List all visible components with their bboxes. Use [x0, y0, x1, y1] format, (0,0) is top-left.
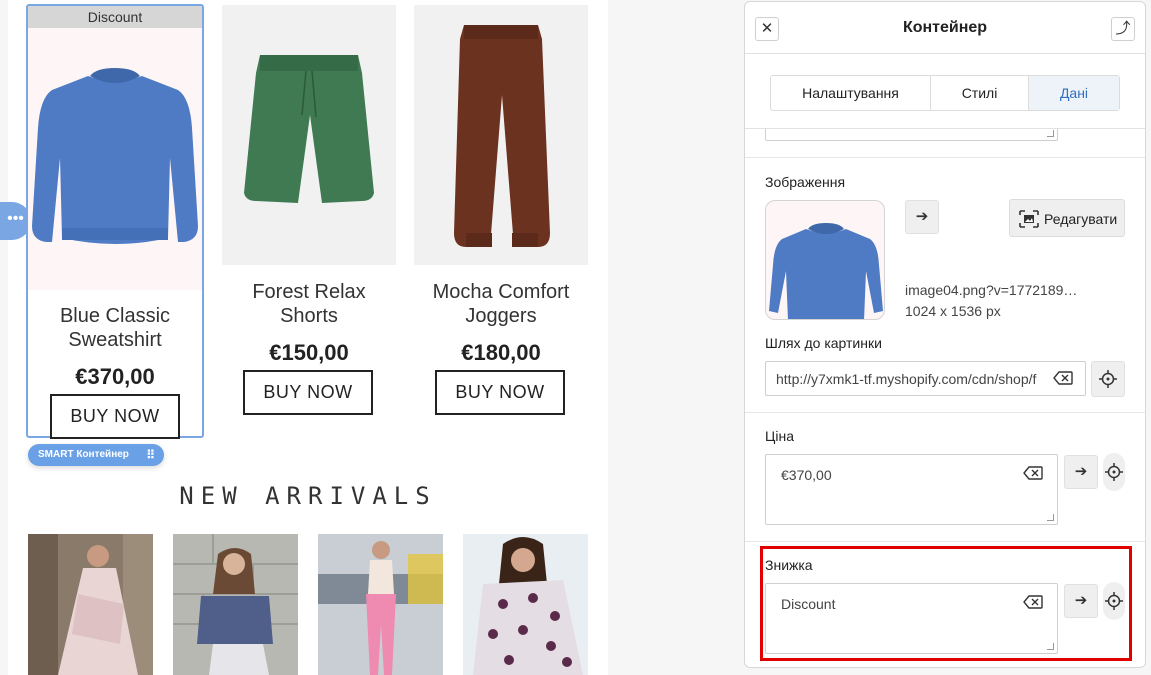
drag-handle-icon[interactable]: ⠿ — [146, 444, 156, 466]
pin-icon[interactable]: ⤴ — [1111, 17, 1135, 41]
arrival-photo[interactable] — [463, 534, 588, 675]
price-label: Ціна — [765, 428, 794, 444]
smart-container-tag[interactable]: SMART Контейнер ⠿ — [28, 444, 164, 466]
product-name: Mocha Comfort Joggers — [432, 281, 570, 327]
product-card-selected[interactable]: Discount Blue Classic Sweatshirt €370,00… — [26, 4, 204, 439]
tab-settings[interactable]: Налаштування — [771, 76, 931, 110]
product-image-sweatshirt[interactable] — [28, 28, 202, 290]
edit-image-button[interactable]: Редагувати — [1009, 199, 1125, 237]
image-thumbnail[interactable] — [765, 200, 885, 320]
divider — [745, 412, 1145, 413]
product-image-shorts[interactable] — [222, 5, 396, 265]
arrival-photo[interactable] — [318, 534, 443, 675]
product-name: Blue Classic Sweatshirt — [59, 305, 171, 351]
discount-badge: Discount — [28, 6, 202, 28]
price-value: €370,00 — [781, 467, 832, 483]
resize-grip-icon[interactable] — [1047, 130, 1054, 137]
product-price: €180,00 — [461, 340, 541, 365]
discount-highlight-frame — [760, 546, 1132, 661]
image-file-name: image04.png?v=1772189… — [905, 282, 1078, 298]
image-edit-icon — [1019, 210, 1039, 228]
buy-now-button[interactable]: BUY NOW — [50, 394, 180, 439]
previous-field[interactable] — [765, 129, 1058, 141]
image-label: Зображення — [765, 174, 846, 190]
panel-header: ✕ Контейнер ⤴ — [745, 2, 1145, 54]
image-dimensions: 1024 x 1536 px — [905, 303, 1001, 319]
tab-data[interactable]: Дані — [1029, 76, 1119, 110]
panel-tabs: Налаштування Стилі Дані — [770, 75, 1120, 111]
smart-container-label: SMART Контейнер — [38, 449, 129, 460]
product-price: €150,00 — [269, 340, 349, 365]
product-card[interactable]: Forest Relax Shorts €150,00 BUY NOW — [222, 5, 396, 415]
store-preview-canvas: ••• Discount Blue Classic Sweatshirt €37… — [0, 0, 608, 675]
clear-input-icon[interactable] — [1023, 466, 1043, 480]
image-path-input[interactable] — [766, 362, 1046, 395]
arrival-photo[interactable] — [28, 534, 153, 675]
price-field[interactable]: €370,00 — [765, 454, 1058, 525]
product-name: Forest Relax Shorts — [252, 281, 366, 327]
buy-now-button[interactable]: BUY NOW — [435, 370, 565, 415]
product-image-joggers[interactable] — [414, 5, 588, 265]
buy-now-button[interactable]: BUY NOW — [243, 370, 373, 415]
clear-input-icon[interactable] — [1053, 371, 1073, 385]
tab-styles[interactable]: Стилі — [931, 76, 1029, 110]
edit-image-label: Редагувати — [1044, 211, 1118, 227]
resize-grip-icon[interactable] — [1047, 514, 1054, 521]
arrival-photo[interactable] — [173, 534, 298, 675]
product-price: €370,00 — [75, 364, 155, 389]
target-icon[interactable] — [1091, 361, 1125, 397]
product-card[interactable]: Mocha Comfort Joggers €180,00 BUY NOW — [414, 5, 588, 415]
target-icon[interactable] — [1103, 453, 1125, 491]
panel-title: Контейнер — [902, 19, 988, 36]
image-path-label: Шлях до картинки — [765, 335, 882, 351]
divider — [745, 157, 1145, 158]
divider — [745, 541, 1145, 542]
image-path-field[interactable] — [765, 361, 1086, 396]
new-arrivals-heading: NEW ARRIVALS — [179, 482, 437, 510]
arrow-right-icon[interactable]: ➔ — [1064, 455, 1098, 489]
arrow-right-icon[interactable]: ➔ — [905, 200, 939, 234]
